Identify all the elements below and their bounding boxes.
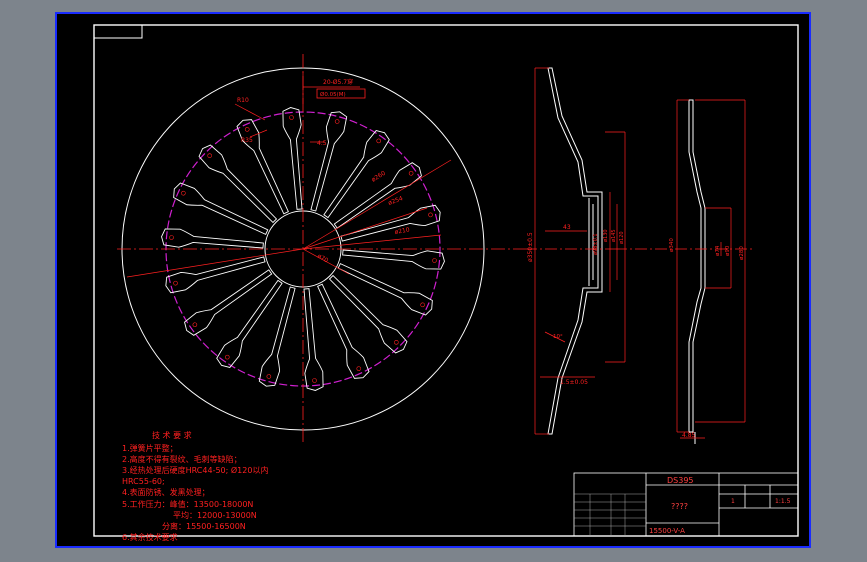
spring-finger bbox=[303, 288, 324, 391]
spring-finger bbox=[282, 107, 303, 210]
spring-finger bbox=[198, 144, 278, 224]
sec-angle: 10° bbox=[553, 334, 563, 340]
dim-phi260: ø260 bbox=[370, 170, 387, 184]
spring-finger bbox=[184, 269, 273, 336]
material: 15500-V-A bbox=[649, 527, 685, 535]
spring-finger bbox=[342, 249, 445, 270]
sec-d3: ø145 bbox=[611, 229, 617, 242]
spring-finger bbox=[161, 228, 264, 249]
quantity: 1 bbox=[731, 498, 735, 505]
sec-d4: ø120 bbox=[619, 231, 625, 244]
notes-line-3: 3.经热处理后硬度HRC44-50; Ø120以内 bbox=[122, 465, 268, 475]
notes-line-1: 1.弹簧片平整； bbox=[122, 443, 178, 453]
dim-phi70: ø70 bbox=[316, 253, 329, 265]
notes-line-2: 2.高度不得有裂纹、毛刺等缺陷； bbox=[122, 454, 242, 464]
dim-slot-tolerance: Ø0.05(M) bbox=[320, 91, 346, 98]
notes-line-9: 6.其余技术要求 bbox=[122, 532, 178, 542]
sec-43: 43 bbox=[563, 224, 571, 231]
cad-drawing: 20-Ø5.7穿 Ø0.05(M) R10 R35 4.5 ø260 ø254 … bbox=[55, 12, 811, 548]
sec2-d1: ø340 bbox=[669, 238, 675, 252]
notes-line-8: 分离：15500-16500N bbox=[162, 521, 246, 531]
drawing-number: DS395 bbox=[667, 476, 694, 485]
spring-finger bbox=[328, 274, 408, 354]
spring-finger bbox=[340, 204, 441, 242]
drawing-frame: 20-Ø5.7穿 Ø0.05(M) R10 R35 4.5 ø260 ø254 … bbox=[55, 12, 811, 548]
sec-d1: ø98±0.1 bbox=[593, 233, 599, 255]
sec-d2: ø130 bbox=[603, 229, 609, 242]
spring-finger bbox=[258, 286, 296, 387]
scale: 1:1.5 bbox=[775, 498, 791, 505]
notes-line-5: 4.表面防锈、发黑处理； bbox=[122, 487, 210, 497]
section-view-2: ø340 ø74 ø90 ø280 4.85 bbox=[615, 99, 755, 444]
notes-line-7: 平均：12000-13000N bbox=[173, 510, 257, 520]
part-name: ???? bbox=[671, 502, 688, 511]
spring-finger bbox=[216, 279, 283, 368]
sec2-bottom: 4.85 bbox=[682, 432, 696, 439]
sec2-d3: ø90 bbox=[725, 245, 731, 256]
dim-r10: R10 bbox=[237, 97, 249, 104]
dim-4-5: 4.5 bbox=[317, 140, 327, 147]
technical-notes: 技 术 要 求 1.弹簧片平整； 2.高度不得有裂纹、毛刺等缺陷； 3.经热处理… bbox=[122, 430, 268, 542]
title-block: DS395 ???? 15500-V-A 1 1:1.5 bbox=[573, 472, 799, 537]
sec2-d2: ø74 bbox=[715, 245, 721, 256]
dim-phi210: ø210 bbox=[394, 226, 410, 236]
sec-thickness: 1.5±0.05 bbox=[560, 379, 588, 386]
notes-line-6: 5.工作压力：峰值：13500-18000N bbox=[122, 499, 253, 509]
section-view-1: ø350±0.5 43 ø98±0.1 ø130 ø145 ø120 10° 1… bbox=[525, 67, 626, 435]
front-view: 20-Ø5.7穿 Ø0.05(M) R10 R35 4.5 ø260 ø254 … bbox=[117, 54, 525, 442]
dim-slot-pattern: 20-Ø5.7穿 bbox=[323, 78, 353, 86]
spring-finger bbox=[310, 111, 348, 212]
sec2-d4: ø280 bbox=[739, 246, 745, 260]
sec-total: ø350±0.5 bbox=[527, 232, 534, 262]
notes-title: 技 术 要 求 bbox=[152, 430, 192, 440]
dim-r35: R35 bbox=[241, 137, 253, 144]
notes-line-4: HRC55-60; bbox=[122, 477, 165, 486]
spring-finger bbox=[333, 162, 422, 229]
